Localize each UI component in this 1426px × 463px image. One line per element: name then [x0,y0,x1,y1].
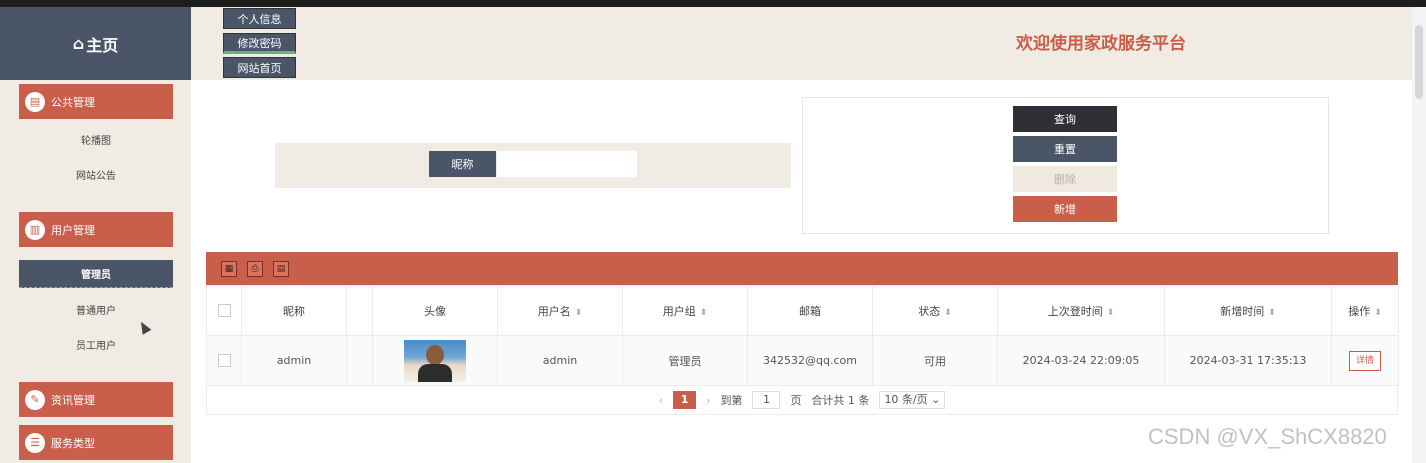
sidebar-item-label: 普通用户 [76,305,116,317]
home-brand[interactable]: ⌂ 主页 [0,7,191,80]
site-home-button[interactable]: 网站首页 [223,57,296,78]
row-checkbox[interactable] [206,335,242,386]
sidebar-group-label: 资讯管理 [51,393,95,407]
cell-email: 342532@qq.com [747,335,873,386]
sidebar-group-news[interactable]: ✎ 资讯管理 [19,382,173,417]
sidebar-item-label: 网站公告 [76,170,116,182]
table-toolbar: ▦ ⎙ ▤ [206,252,1398,285]
sidebar-item-label: 管理员 [81,270,111,281]
sidebar-item-label: 员工用户 [76,340,116,352]
search-panel: 昵称 [275,143,791,188]
sidebar-group-public[interactable]: ▤ 公共管理 [19,84,173,119]
col-email: 邮箱 [747,285,873,336]
reset-button[interactable]: 重置 [1013,136,1117,162]
query-button[interactable]: 查询 [1013,106,1117,132]
nickname-search-input[interactable] [496,150,638,178]
sort-icon: ⬍ [574,307,583,318]
total-count: 合计共 1 条 [811,394,870,407]
cell-nickname: admin [241,335,347,386]
sidebar-group-service-type[interactable]: ☰ 服务类型 [19,425,173,460]
cell-status: 可用 [872,335,998,386]
col-status[interactable]: 状态 ⬍ [872,285,998,336]
page-unit-label: 页 [790,394,802,407]
cell-spacer [346,335,373,386]
sidebar-group-label: 公共管理 [51,95,95,109]
profile-button[interactable]: 个人信息 [223,8,296,29]
pagination: ‹ 1 › 到第 1 页 合计共 1 条 10 条/页 ⌄ [206,386,1398,415]
welcome-title: 欢迎使用家政服务平台 [1016,34,1186,54]
sidebar-item-admin[interactable]: 管理员 [19,260,173,288]
prev-page-icon[interactable]: ‹ [659,394,663,407]
current-page[interactable]: 1 [673,391,697,409]
sidebar-group-label: 服务类型 [51,436,95,450]
select-all-checkbox[interactable] [206,285,242,336]
user-manage-icon: ▥ [25,219,45,240]
cell-avatar [372,335,498,386]
sidebar-item-announcement[interactable]: 网站公告 [19,160,173,188]
col-username[interactable]: 用户名 ⬍ [497,285,623,336]
vertical-scrollbar[interactable] [1412,7,1426,463]
sort-icon: ⬍ [944,307,952,318]
col-created[interactable]: 新增时间 ⬍ [1164,285,1332,336]
home-label: 主页 [86,35,119,55]
cell-created: 2024-03-31 17:35:13 [1164,335,1332,386]
page-size-select[interactable]: 10 条/页 ⌄ [879,391,946,409]
avatar [404,339,466,382]
cell-username: admin [497,335,623,386]
cell-last-login: 2024-03-24 22:09:05 [997,335,1165,386]
col-avatar: 头像 [372,285,498,336]
cell-operation: 详情 [1331,335,1399,386]
news-manage-icon: ✎ [25,389,45,410]
cell-group: 管理员 [622,335,748,386]
service-type-icon: ☰ [25,432,45,453]
table-header-row: 昵称 头像 用户名 ⬍ 用户组 ⬍ 邮箱 状态 ⬍ 上次登时间 ⬍ 新增时间 ⬍ 操作 ⬍ [206,285,1399,336]
top-header: 个人信息 修改密码 网站首页 欢迎使用家政服务平台 [191,7,1412,80]
change-password-button[interactable]: 修改密码 [223,33,296,54]
user-table: 昵称 头像 用户名 ⬍ 用户组 ⬍ 邮箱 状态 ⬍ 上次登时间 ⬍ 新增时间 ⬍ 操作 ⬍ … [206,285,1399,386]
goto-page-input[interactable]: 1 [752,391,781,409]
col-operation[interactable]: 操作 ⬍ [1331,285,1399,336]
sidebar-item-label: 轮播图 [81,135,111,147]
sidebar-item-staff-user[interactable]: 员工用户 [19,330,173,358]
sidebar-group-users[interactable]: ▥ 用户管理 [19,212,173,247]
window-top-bar [0,0,1426,7]
col-nickname: 昵称 [241,285,347,336]
col-resizer[interactable] [346,285,373,336]
add-button[interactable]: 新增 [1013,196,1117,222]
public-manage-icon: ▤ [25,91,45,112]
home-icon: ⌂ [72,34,85,53]
col-group[interactable]: 用户组 ⬍ [622,285,748,336]
table-row: admin admin 管理员 342532@qq.com 可用 2024-03… [206,335,1399,386]
sort-icon: ⬍ [1268,307,1276,318]
delete-button[interactable]: 删除 [1013,166,1117,192]
action-panel: 查询 重置 删除 新增 [802,97,1329,234]
goto-label: 到第 [720,394,743,407]
export-icon[interactable]: ▦ [221,261,237,277]
watermark: CSDN @VX_ShCX8820 [1148,424,1387,449]
next-page-icon[interactable]: › [706,394,710,407]
sidebar-item-normal-user[interactable]: 普通用户 [19,295,173,323]
sort-icon: ⬍ [1374,307,1382,318]
nickname-label: 昵称 [429,151,496,177]
sidebar-item-carousel[interactable]: 轮播图 [19,125,173,153]
sidebar-group-label: 用户管理 [51,223,95,237]
detail-button[interactable]: 详情 [1349,350,1381,371]
sort-icon: ⬍ [1106,307,1115,318]
scrollbar-thumb[interactable] [1415,25,1423,99]
sort-icon: ⬍ [699,307,708,318]
col-last-login[interactable]: 上次登时间 ⬍ [997,285,1165,336]
print-icon[interactable]: ⎙ [247,261,263,277]
column-filter-icon[interactable]: ▤ [273,261,289,277]
